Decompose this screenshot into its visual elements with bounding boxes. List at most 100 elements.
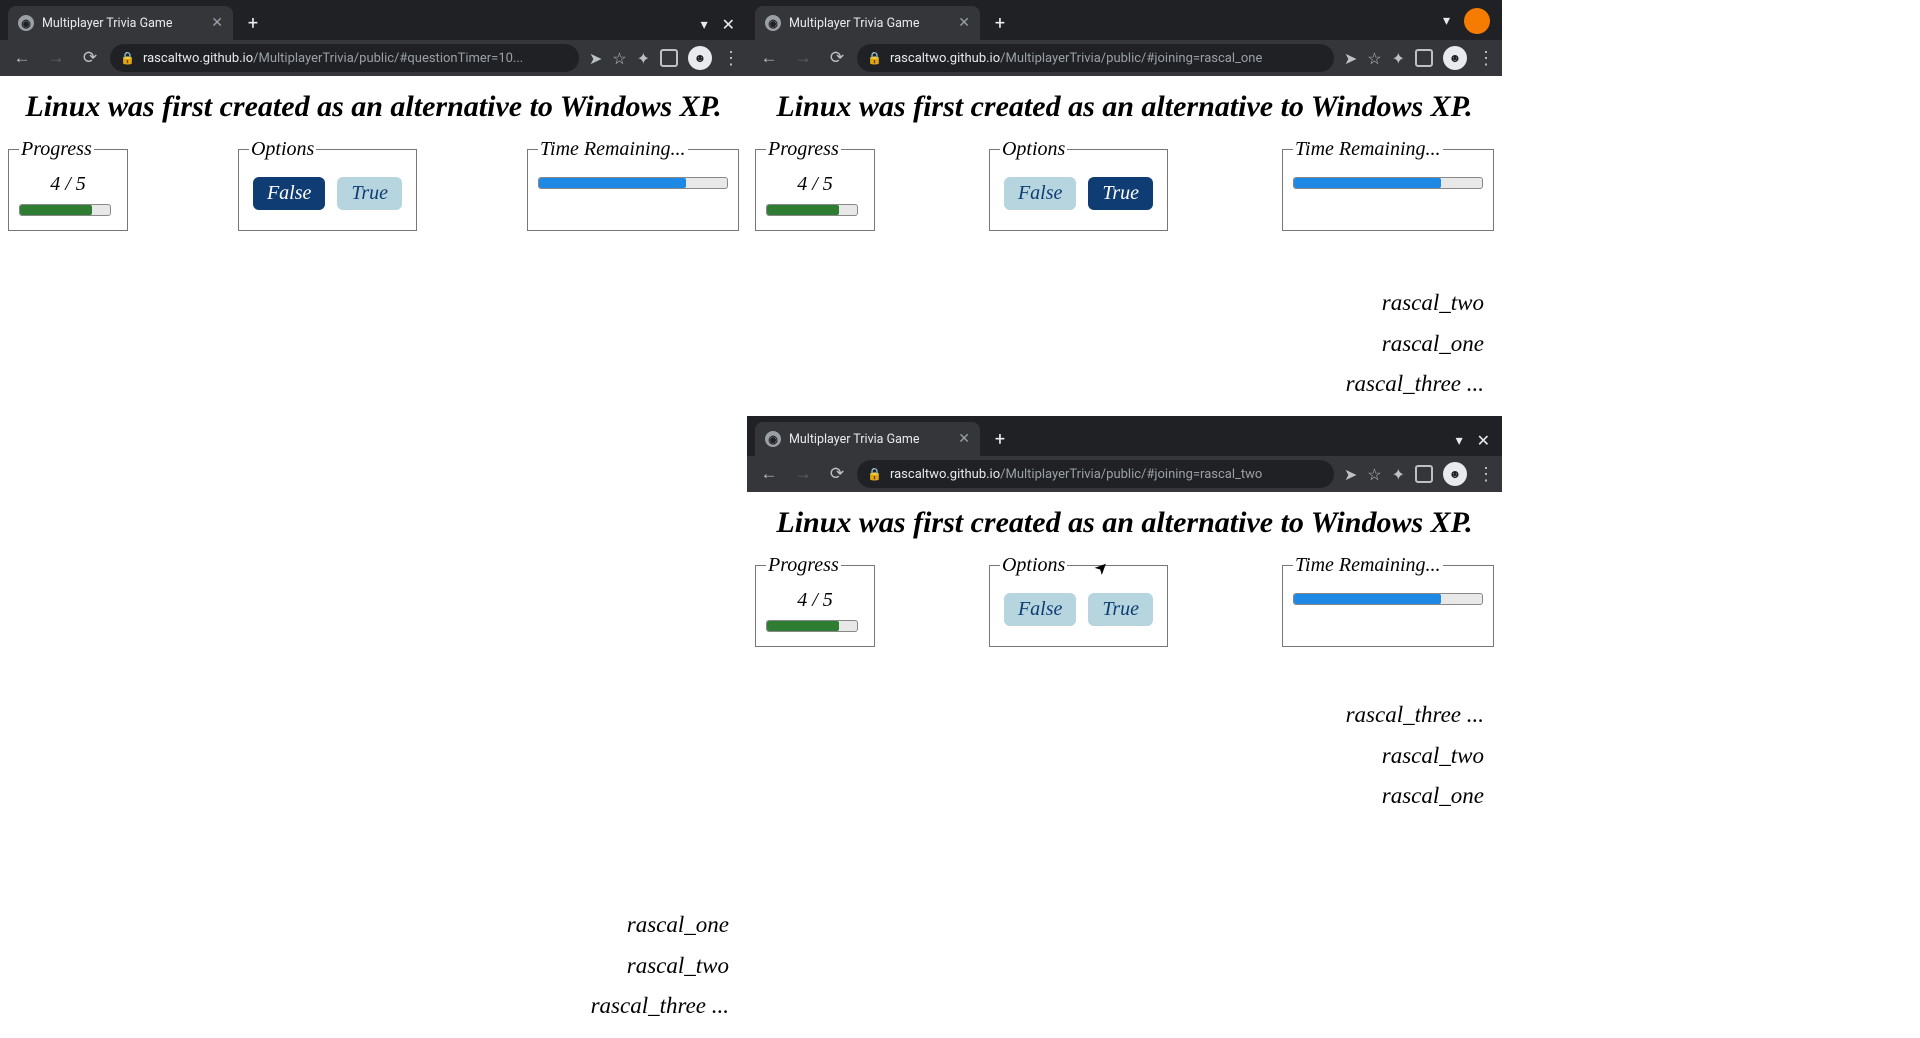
profile-avatar-orange[interactable]: [1464, 8, 1490, 34]
reload-button[interactable]: ⟳: [823, 460, 851, 488]
progress-value: 4 / 5: [19, 173, 117, 196]
progress-bar-fill: [767, 205, 839, 215]
progress-bar: [19, 204, 111, 216]
tab-title: Multiplayer Trivia Game: [789, 16, 950, 31]
bookmark-icon[interactable]: ☆: [612, 49, 626, 68]
timer-bar: [1293, 593, 1483, 605]
address-bar[interactable]: 🔒 rascaltwo.github.io/MultiplayerTrivia/…: [110, 44, 579, 72]
browser-tab[interactable]: ◉ Multiplayer Trivia Game ✕: [8, 6, 233, 40]
close-tab-icon[interactable]: ✕: [958, 431, 970, 447]
tab-search-icon[interactable]: ▾: [1456, 433, 1463, 449]
close-window-icon[interactable]: ✕: [722, 15, 735, 34]
profile-avatar[interactable]: ☻: [688, 46, 712, 70]
extensions-icon[interactable]: ✦: [1392, 49, 1405, 68]
question-text: Linux was first created as an alternativ…: [0, 76, 747, 134]
options-label: Options: [249, 138, 316, 161]
timer-label: Time Remaining...: [1293, 554, 1443, 577]
browser-tab[interactable]: ◉ Multiplayer Trivia Game ✕: [755, 422, 980, 456]
send-icon[interactable]: ➤: [589, 49, 602, 68]
option-false-button[interactable]: False: [253, 177, 325, 210]
lock-icon: 🔒: [867, 467, 882, 481]
side-panel-icon[interactable]: [1415, 465, 1433, 483]
lock-icon: 🔒: [867, 51, 882, 65]
browser-tab[interactable]: ◉ Multiplayer Trivia Game ✕: [755, 6, 980, 40]
player-name: rascal_one: [1346, 324, 1484, 364]
new-tab-button[interactable]: +: [239, 9, 267, 37]
player-list: rascal_three ... rascal_two rascal_one: [1346, 695, 1484, 816]
profile-avatar[interactable]: ☻: [1443, 462, 1467, 486]
progress-panel: Progress 4 / 5: [755, 138, 875, 231]
forward-button[interactable]: →: [789, 44, 817, 72]
timer-label: Time Remaining...: [1293, 138, 1443, 161]
option-false-button[interactable]: False: [1004, 177, 1076, 210]
bookmark-icon[interactable]: ☆: [1367, 465, 1381, 484]
toolbar: ← → ⟳ 🔒 rascaltwo.github.io/MultiplayerT…: [0, 40, 747, 76]
player-name: rascal_two: [1346, 736, 1484, 776]
tab-search-icon[interactable]: ▾: [1443, 13, 1450, 29]
player-name: rascal_three ...: [1346, 364, 1484, 404]
kebab-menu-icon[interactable]: ⋮: [722, 48, 739, 69]
timer-panel: Time Remaining...: [1282, 554, 1494, 647]
new-tab-button[interactable]: +: [986, 9, 1014, 37]
url-path: /MultiplayerTrivia/public/#joining=rasca…: [1000, 51, 1262, 66]
kebab-menu-icon[interactable]: ⋮: [1477, 48, 1494, 69]
player-name: rascal_two: [1346, 283, 1484, 323]
extensions-icon[interactable]: ✦: [637, 49, 650, 68]
option-true-button[interactable]: True: [337, 177, 402, 210]
timer-panel: Time Remaining...: [1282, 138, 1494, 231]
question-text: Linux was first created as an alternativ…: [747, 492, 1502, 550]
address-bar[interactable]: 🔒 rascaltwo.github.io/MultiplayerTrivia/…: [857, 460, 1334, 488]
option-true-button[interactable]: True: [1088, 177, 1153, 210]
timer-panel: Time Remaining...: [527, 138, 739, 231]
browser-window-3: ◉ Multiplayer Trivia Game ✕ + ▾ ✕ ← → ⟳ …: [747, 416, 1502, 828]
tab-title: Multiplayer Trivia Game: [789, 432, 950, 447]
player-name: rascal_three ...: [1346, 695, 1484, 735]
reload-button[interactable]: ⟳: [823, 44, 851, 72]
profile-avatar[interactable]: ☻: [1443, 46, 1467, 70]
progress-panel: Progress 4 / 5: [8, 138, 128, 231]
back-button[interactable]: ←: [8, 44, 36, 72]
new-tab-button[interactable]: +: [986, 425, 1014, 453]
bookmark-icon[interactable]: ☆: [1367, 49, 1381, 68]
url-host: rascaltwo.github.io: [890, 51, 1000, 66]
option-false-button[interactable]: False: [1004, 593, 1076, 626]
back-button[interactable]: ←: [755, 44, 783, 72]
address-bar[interactable]: 🔒 rascaltwo.github.io/MultiplayerTrivia/…: [857, 44, 1334, 72]
page-content: Linux was first created as an alternativ…: [747, 76, 1502, 416]
progress-panel: Progress 4 / 5: [755, 554, 875, 647]
progress-bar-fill: [20, 205, 92, 215]
browser-window-1: ◉ Multiplayer Trivia Game ✕ + ▾ ✕ ← → ⟳ …: [0, 0, 747, 1038]
options-label: Options: [1000, 138, 1067, 161]
send-icon[interactable]: ➤: [1344, 465, 1357, 484]
options-panel: Options False True: [238, 138, 417, 231]
extensions-icon[interactable]: ✦: [1392, 465, 1405, 484]
page-content: Linux was first created as an alternativ…: [747, 492, 1502, 828]
url-host: rascaltwo.github.io: [143, 51, 253, 66]
tab-bar: ◉ Multiplayer Trivia Game ✕ + ▾ ✕: [0, 0, 747, 40]
tab-title: Multiplayer Trivia Game: [42, 16, 203, 31]
tab-bar: ◉ Multiplayer Trivia Game ✕ + ▾: [747, 0, 1502, 40]
reload-button[interactable]: ⟳: [76, 44, 104, 72]
side-panel-icon[interactable]: [660, 49, 678, 67]
kebab-menu-icon[interactable]: ⋮: [1477, 464, 1494, 485]
progress-label: Progress: [766, 138, 841, 161]
globe-icon: ◉: [765, 15, 781, 31]
close-tab-icon[interactable]: ✕: [958, 15, 970, 31]
send-icon[interactable]: ➤: [1344, 49, 1357, 68]
side-panel-icon[interactable]: [1415, 49, 1433, 67]
progress-value: 4 / 5: [766, 589, 864, 612]
close-window-icon[interactable]: ✕: [1477, 431, 1490, 450]
toolbar: ← → ⟳ 🔒 rascaltwo.github.io/MultiplayerT…: [747, 40, 1502, 76]
tab-search-icon[interactable]: ▾: [701, 17, 708, 33]
timer-bar-fill: [539, 178, 686, 188]
back-button[interactable]: ←: [755, 460, 783, 488]
close-tab-icon[interactable]: ✕: [211, 15, 223, 31]
forward-button[interactable]: →: [789, 460, 817, 488]
progress-bar: [766, 620, 858, 632]
option-true-button[interactable]: True: [1088, 593, 1153, 626]
progress-label: Progress: [766, 554, 841, 577]
player-name: rascal_three ...: [591, 986, 729, 1026]
url-path: /MultiplayerTrivia/public/#questionTimer…: [253, 51, 523, 66]
progress-label: Progress: [19, 138, 94, 161]
forward-button[interactable]: →: [42, 44, 70, 72]
